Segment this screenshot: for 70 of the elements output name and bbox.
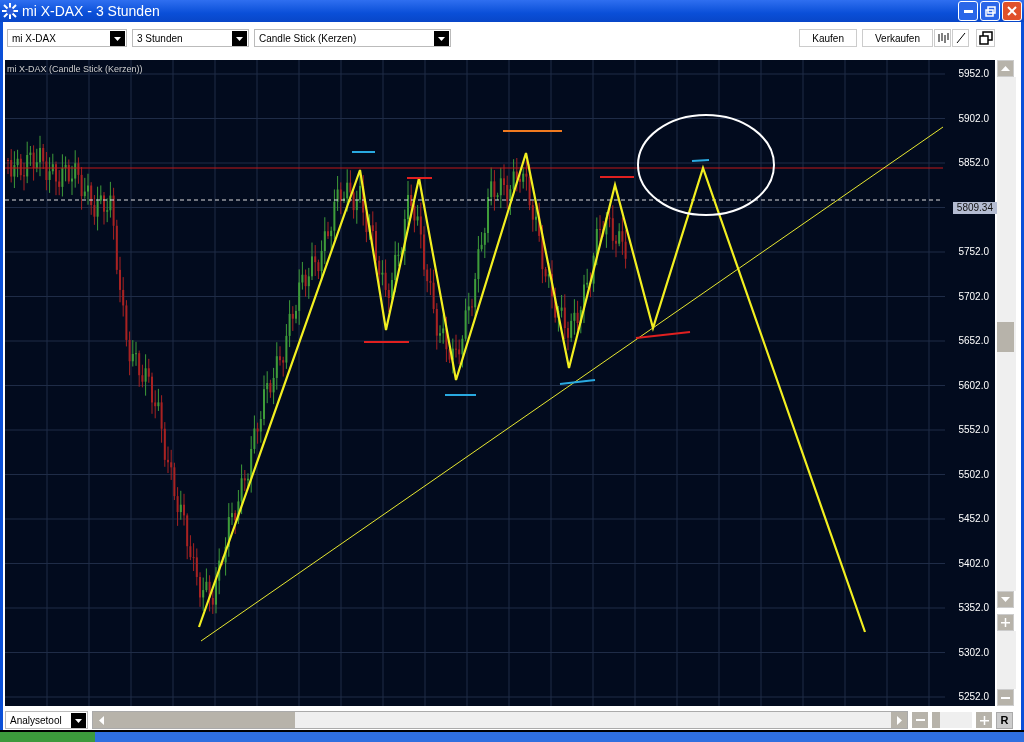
dropdown[interactable]: Analysetool	[5, 711, 88, 729]
trade-button[interactable]: Verkaufen	[861, 29, 933, 47]
scrollbar-thumb[interactable]	[997, 322, 1014, 352]
caret-icon	[434, 30, 449, 46]
caret-icon	[232, 30, 247, 46]
zoom-slider-thumb[interactable]	[932, 712, 940, 728]
window-title: mi X-DAX - 3 Stunden	[22, 3, 160, 19]
zoom-in-button[interactable]	[976, 712, 992, 728]
minus-icon	[1001, 696, 1010, 699]
axis-label: 5252.0	[958, 691, 990, 703]
level-mark	[599, 176, 635, 178]
level-mark	[406, 177, 433, 179]
left-arrow-icon	[98, 715, 104, 725]
scrollbar-thumb[interactable]	[109, 712, 295, 728]
axis-label: 5702.0	[958, 290, 990, 303]
price-tag: 5809.34	[952, 201, 997, 214]
minimize-icon	[963, 9, 973, 13]
trade-button[interactable]: Kaufen	[799, 29, 857, 47]
axis-label: 5602.0	[958, 379, 990, 392]
level-mark	[691, 159, 710, 162]
level-mark	[351, 151, 376, 153]
candle-chart-button[interactable]	[934, 29, 951, 47]
start-button[interactable]	[0, 732, 95, 742]
dropdown[interactable]: Candle Stick (Kerzen)	[254, 29, 451, 47]
minimize-button[interactable]	[958, 1, 978, 21]
sun-icon	[2, 3, 18, 19]
up-arrow-icon	[1001, 66, 1010, 71]
window-layout-button[interactable]	[976, 29, 995, 47]
axis-label: 5352.0	[958, 602, 990, 614]
scroll-up-button[interactable]	[997, 60, 1014, 77]
axis-label: 5552.0	[958, 424, 990, 436]
zoom-out-button[interactable]	[997, 689, 1014, 706]
minus-icon	[915, 719, 925, 721]
windows-icon	[978, 31, 993, 45]
level-mark	[635, 331, 691, 339]
level-mark	[363, 341, 410, 343]
close-button[interactable]	[1002, 1, 1022, 21]
horizontal-scrollbar[interactable]	[92, 711, 908, 729]
axis-label: 5752.0	[958, 246, 990, 258]
axis-label: 5902.0	[958, 112, 990, 125]
close-icon	[1007, 6, 1017, 16]
dropdown[interactable]: mi X-DAX	[7, 29, 127, 47]
down-arrow-icon	[1001, 597, 1010, 602]
chart-label: mi X-DAX (Candle Stick (Kerzen))	[7, 64, 143, 74]
line-icon	[954, 32, 967, 44]
scroll-down-button[interactable]	[997, 591, 1014, 608]
zoom-out-button[interactable]	[912, 712, 928, 728]
scroll-left-button[interactable]	[93, 712, 109, 728]
dropdown[interactable]: 3 Stunden	[132, 29, 249, 47]
axis-label: 5502.0	[958, 468, 990, 481]
caret-icon	[110, 30, 125, 46]
zoom-in-button[interactable]	[997, 614, 1014, 631]
plus-icon	[1001, 618, 1010, 627]
plus-icon	[979, 715, 989, 725]
bars-icon	[936, 32, 949, 44]
maximize-button[interactable]	[980, 1, 1000, 21]
axis-label: 5452.0	[958, 513, 990, 525]
line-tool-button[interactable]	[952, 29, 969, 47]
level-mark	[559, 379, 596, 385]
restore-icon	[984, 5, 996, 17]
scroll-right-button[interactable]	[891, 712, 907, 728]
reset-button[interactable]: R	[996, 711, 1013, 729]
axis-label: 5302.0	[958, 646, 990, 659]
axis-label: 5402.0	[958, 557, 990, 570]
axis-label: 5652.0	[958, 335, 990, 347]
level-mark	[502, 130, 563, 132]
level-mark	[444, 394, 477, 396]
right-arrow-icon	[896, 715, 902, 725]
axis-label: 5852.0	[958, 157, 990, 169]
axis-label: 5952.0	[958, 68, 990, 80]
